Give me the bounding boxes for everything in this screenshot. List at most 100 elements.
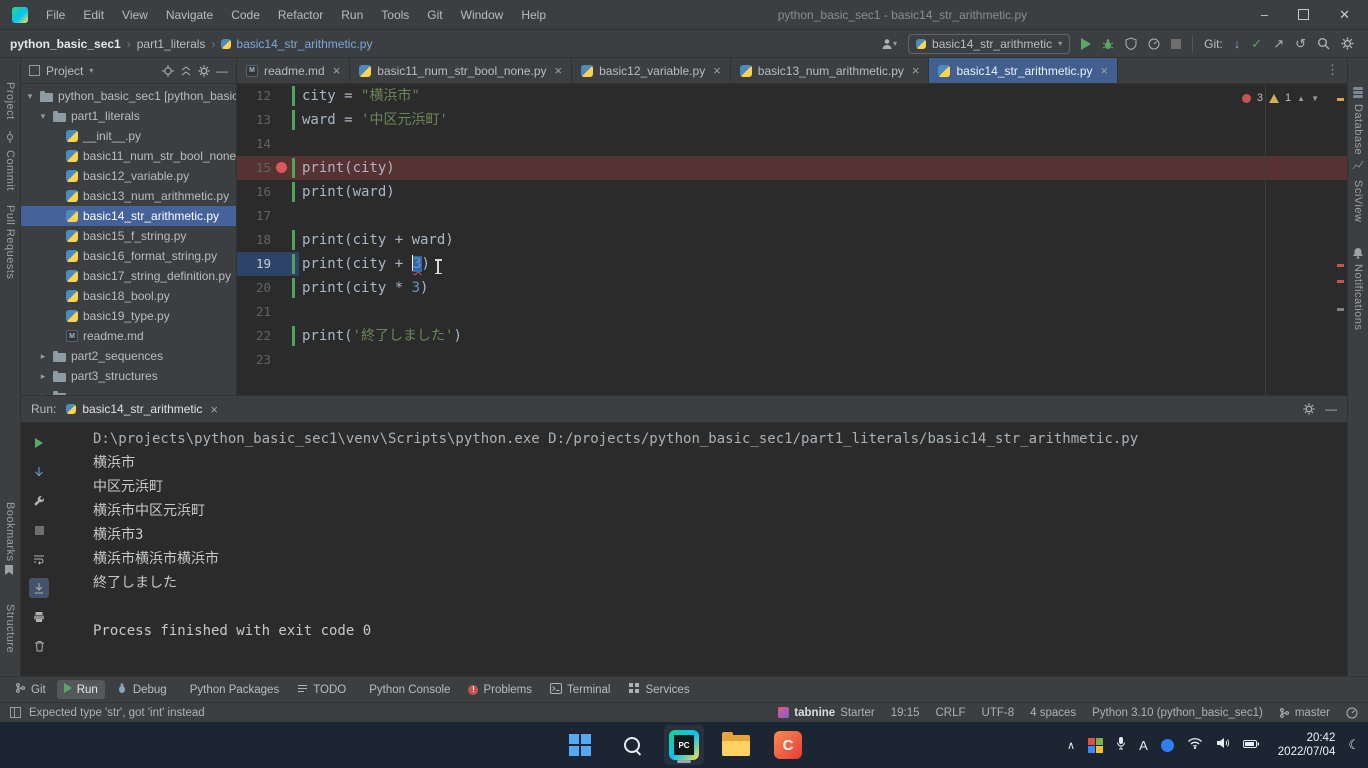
menu-item-tools[interactable]: Tools (373, 5, 417, 25)
coverage-button[interactable] (1125, 37, 1137, 50)
minimize-button[interactable]: – (1261, 7, 1268, 22)
editor-tab[interactable]: basic12_variable.py× (572, 58, 731, 83)
tree-folder[interactable]: ▸part2_sequences (21, 346, 236, 366)
editor-line[interactable]: 18print(city + ward) (237, 228, 1347, 252)
toolwindow-button-run[interactable]: Run (57, 680, 105, 699)
breakpoint-icon[interactable] (275, 156, 289, 180)
inspections-widget[interactable]: 3 1 ▲ ▼ (1242, 92, 1319, 104)
indent-setting[interactable]: 4 spaces (1030, 707, 1076, 719)
breadcrumb-item[interactable]: part1_literals (137, 37, 206, 51)
breadcrumb-item[interactable]: basic14_str_arithmetic.py (221, 37, 372, 51)
hide-run-panel-icon[interactable]: — (1325, 402, 1337, 416)
tree-folder[interactable]: ▸ (21, 386, 236, 395)
toolwindow-button-debug[interactable]: Debug (109, 679, 174, 700)
run-console-output[interactable]: D:\projects\python_basic_sec1\venv\Scrip… (77, 427, 1339, 676)
editor-line[interactable]: 14 (237, 132, 1347, 156)
run-button[interactable] (1081, 38, 1091, 50)
toolwindow-button-services[interactable]: Services (621, 679, 696, 700)
panel-settings-gear-icon[interactable] (198, 65, 210, 77)
print-icon[interactable] (29, 607, 49, 627)
search-everywhere-icon[interactable] (1317, 37, 1330, 50)
editor-line[interactable]: 13ward = '中区元浜町' (237, 108, 1347, 132)
editor-line[interactable]: 16print(ward) (237, 180, 1347, 204)
close-tab-icon[interactable]: × (555, 64, 563, 77)
editor-line[interactable]: 20print(city * 3) (237, 276, 1347, 300)
editor-tab[interactable]: Mreadme.md× (237, 58, 350, 83)
git-commit-button[interactable]: ✓ (1251, 36, 1262, 52)
line-separator[interactable]: CRLF (935, 707, 965, 719)
run-config-select[interactable]: basic14_str_arithmetic ▾ (908, 34, 1070, 54)
menu-item-file[interactable]: File (38, 5, 73, 25)
wifi-icon[interactable] (1187, 736, 1203, 754)
menu-item-refactor[interactable]: Refactor (270, 5, 331, 25)
editor-tab[interactable]: basic11_num_str_bool_none.py× (350, 58, 572, 83)
scrollbar-mark[interactable] (1337, 308, 1344, 311)
tree-root[interactable]: ▾python_basic_sec1 [python_basic]D:\ (21, 86, 236, 106)
tree-file[interactable]: Mreadme.md (21, 326, 236, 346)
tab-options-icon[interactable]: ⋮ (1326, 58, 1339, 82)
debug-button[interactable] (1102, 38, 1114, 50)
stripe-sciview[interactable]: SciView (1352, 180, 1364, 222)
git-rollback-button[interactable]: ↺ (1295, 36, 1306, 52)
toolwindow-button-python-console[interactable]: Python Console (357, 681, 457, 699)
tree-file[interactable]: __init__.py (21, 126, 236, 146)
tree-file[interactable]: basic19_type.py (21, 306, 236, 326)
git-update-button[interactable]: ↓ (1234, 36, 1241, 51)
scrollbar-error-mark[interactable] (1337, 264, 1344, 267)
microphone-icon[interactable] (1116, 736, 1126, 755)
editor-tab[interactable]: basic14_str_arithmetic.py× (929, 58, 1118, 83)
tree-file[interactable]: basic18_bool.py (21, 286, 236, 306)
stripe-bookmarks[interactable]: Bookmarks (4, 502, 16, 562)
focus-assist-moon-icon[interactable]: ☾ (1348, 737, 1360, 753)
menu-item-view[interactable]: View (114, 5, 156, 25)
run-settings-gear-icon[interactable] (1303, 403, 1315, 415)
taskbar-explorer-button[interactable] (716, 725, 756, 765)
menu-item-navigate[interactable]: Navigate (158, 5, 221, 25)
close-run-tab-icon[interactable]: × (210, 403, 218, 416)
tree-folder[interactable]: ▾part1_literals (21, 106, 236, 126)
stripe-project[interactable]: Project (4, 82, 16, 120)
tree-file[interactable]: basic16_format_string.py (21, 246, 236, 266)
close-tab-icon[interactable]: × (713, 64, 721, 77)
editor-line[interactable]: 17 (237, 204, 1347, 228)
wrench-settings-icon[interactable] (29, 491, 49, 511)
tree-file[interactable]: basic14_str_arithmetic.py (21, 206, 236, 226)
tree-folder[interactable]: ▸part3_structures (21, 366, 236, 386)
editor-line[interactable]: 21 (237, 300, 1347, 324)
git-push-button[interactable]: ↗ (1273, 36, 1284, 52)
chevron-down-icon[interactable]: ▾ (89, 66, 93, 75)
rerun-icon[interactable] (29, 433, 49, 453)
editor-line[interactable]: 23 (237, 348, 1347, 372)
tray-blue-app-icon[interactable] (1161, 739, 1174, 752)
expand-arrow-icon[interactable]: ▾ (25, 91, 35, 102)
editor-line[interactable]: 15print(city) (237, 156, 1347, 180)
code-editor[interactable]: 12city = "横浜市"13ward = '中区元浜町'1415print(… (237, 84, 1347, 395)
tree-file[interactable]: basic17_string_definition.py (21, 266, 236, 286)
database-icon[interactable] (1352, 86, 1364, 104)
stripe-commit[interactable]: Commit (4, 150, 16, 191)
git-branch-widget[interactable]: master (1279, 707, 1330, 719)
stripe-pull-requests[interactable]: Pull Requests (4, 205, 16, 279)
close-tab-icon[interactable]: × (333, 64, 341, 77)
profiler-button[interactable] (1148, 38, 1160, 50)
locate-file-icon[interactable] (162, 65, 174, 77)
soft-wrap-icon[interactable] (29, 549, 49, 569)
stripe-database[interactable]: Database (1352, 104, 1364, 155)
taskbar-c-app-button[interactable]: C (768, 725, 808, 765)
expand-arrow-icon[interactable]: ▾ (38, 111, 48, 122)
notifications-bell-icon[interactable] (1352, 246, 1364, 264)
prev-problem-icon[interactable]: ▲ (1297, 94, 1305, 103)
jump-down-icon[interactable] (29, 462, 49, 482)
toolwindow-button-git[interactable]: Git (8, 679, 53, 700)
taskbar-clock[interactable]: 20:42 2022/07/04 (1278, 731, 1336, 759)
sciview-icon[interactable] (1352, 158, 1364, 176)
clear-all-icon[interactable] (29, 636, 49, 656)
expand-arrow-icon[interactable]: ▸ (38, 371, 48, 382)
menu-item-help[interactable]: Help (513, 5, 554, 25)
taskbar-pycharm-button[interactable]: PC (664, 725, 704, 765)
menu-item-code[interactable]: Code (223, 5, 268, 25)
editor-line[interactable]: 19print(city + 3) (237, 252, 1347, 276)
menu-item-git[interactable]: Git (419, 5, 450, 25)
menu-item-edit[interactable]: Edit (75, 5, 112, 25)
toolwindow-button-todo[interactable]: TODO (290, 680, 353, 700)
